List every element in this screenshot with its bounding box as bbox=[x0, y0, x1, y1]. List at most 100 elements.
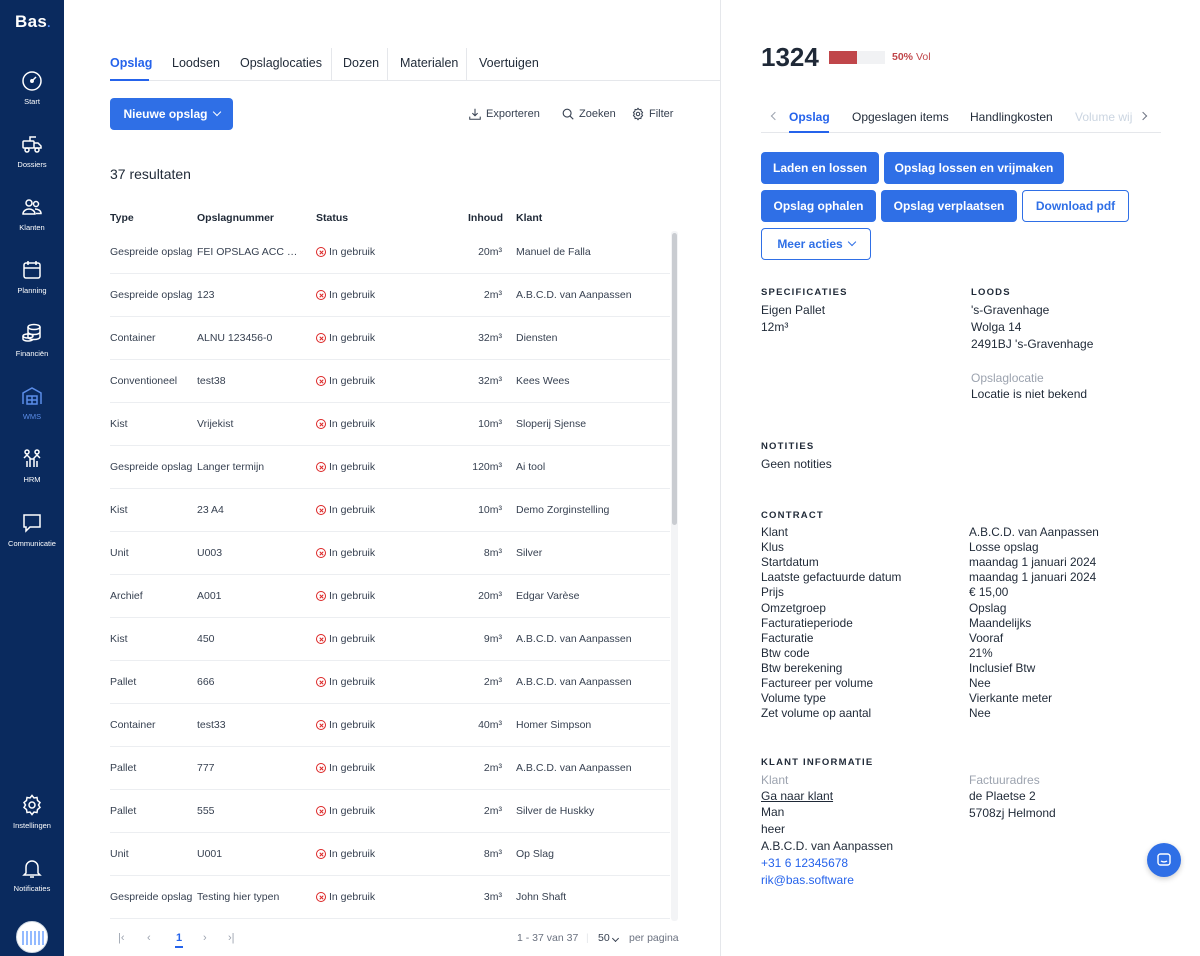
table-row[interactable]: Pallet 777 In gebruik 2m³ A.B.C.D. van Aanpa… bbox=[110, 747, 670, 790]
cell-klant: Demo Zorginstelling bbox=[516, 504, 610, 516]
cell-inhoud: 20m³ bbox=[478, 590, 502, 602]
table-row[interactable]: Conventioneel test38 In gebruik 32m³ Kees We… bbox=[110, 360, 670, 403]
cell-type: Archief bbox=[110, 590, 143, 602]
cell-inhoud: 3m³ bbox=[483, 891, 502, 903]
status-text: In gebruik bbox=[329, 762, 376, 774]
cell-inhoud: 40m³ bbox=[478, 719, 502, 731]
tab-voertuigen[interactable]: Voertuigen bbox=[479, 56, 539, 70]
status-text: In gebruik bbox=[329, 719, 376, 731]
cell-klant: Silver bbox=[516, 547, 543, 559]
tab-opslaglocaties[interactable]: Opslaglocaties bbox=[240, 56, 322, 70]
tab-opslag[interactable]: Opslag bbox=[110, 56, 152, 70]
specificaties-heading: SPECIFICATIES bbox=[761, 287, 848, 298]
column-header-status[interactable]: Status bbox=[316, 212, 348, 224]
detail-tab-handlingkosten[interactable]: Handlingkosten bbox=[970, 110, 1053, 124]
cell-klant: A.B.C.D. van Aanpassen bbox=[516, 676, 632, 688]
table-row[interactable]: Pallet 666 In gebruik 2m³ A.B.C.D. van Aanpa… bbox=[110, 661, 670, 704]
contract-value: maandag 1 januari 2024 bbox=[969, 570, 1097, 585]
table-row[interactable]: Gespreide opslag 123 In gebruik 2m³ A.B.C.D.… bbox=[110, 274, 670, 317]
cell-opslagnummer: test38 bbox=[197, 375, 226, 387]
last-page-button[interactable]: ›| bbox=[228, 932, 235, 944]
table-row[interactable]: Gespreide opslag Langer termijn In gebruik… bbox=[110, 446, 670, 489]
contract-label: Facturatie bbox=[761, 630, 814, 645]
app-root: Bas. Start Dossiers Klanten Planning Fin… bbox=[0, 0, 1200, 956]
detail-tab-opslag[interactable]: Opslag bbox=[789, 110, 830, 124]
per-page-select[interactable]: 50 bbox=[598, 932, 619, 944]
search-button[interactable]: Zoeken bbox=[561, 107, 616, 121]
laden-en-lossen-button[interactable]: Laden en lossen bbox=[761, 152, 879, 184]
table-row[interactable]: Gespreide opslag Testing hier typen In geb… bbox=[110, 876, 670, 919]
scrollbar-thumb[interactable] bbox=[672, 233, 677, 525]
table-row[interactable]: Kist Vrijekist In gebruik 10m³ Sloperij Sjen… bbox=[110, 403, 670, 446]
contract-label: Zet volume op aantal bbox=[761, 706, 872, 721]
meer-acties-button[interactable]: Meer acties bbox=[761, 228, 871, 260]
table-row[interactable]: Unit U001 In gebruik 8m³ Op Slag bbox=[110, 833, 670, 876]
ga-naar-klant-link[interactable]: Ga naar klant bbox=[761, 789, 833, 803]
cell-type: Unit bbox=[110, 848, 129, 860]
opslag-lossen-button[interactable]: Opslag lossen en vrijmaken bbox=[884, 152, 1064, 184]
cell-type: Container bbox=[110, 332, 156, 344]
sidebar-item-klanten[interactable]: Klanten bbox=[0, 195, 64, 232]
sidebar-item-notificaties[interactable]: Notificaties bbox=[0, 856, 64, 893]
first-page-button[interactable]: |‹ bbox=[118, 932, 125, 944]
column-header-inhoud[interactable]: Inhoud bbox=[468, 212, 503, 224]
next-page-button[interactable]: › bbox=[203, 932, 207, 944]
table-row[interactable]: Kist 450 In gebruik 9m³ A.B.C.D. van Aanpass… bbox=[110, 618, 670, 661]
sidebar-item-instellingen[interactable]: Instellingen bbox=[0, 793, 64, 830]
download-pdf-button[interactable]: Download pdf bbox=[1022, 190, 1129, 222]
table-row[interactable]: Container ALNU 123456-0 In gebruik 32m³ Dien… bbox=[110, 317, 670, 360]
klant-email-link[interactable]: rik@bas.software bbox=[761, 873, 854, 887]
prev-page-button[interactable]: ‹ bbox=[147, 932, 151, 944]
column-header-klant[interactable]: Klant bbox=[516, 212, 542, 224]
table-row[interactable]: Pallet 555 In gebruik 2m³ Silver de Huskky bbox=[110, 790, 670, 833]
export-button[interactable]: Exporteren bbox=[468, 107, 540, 121]
sidebar-item-financien[interactable]: Financiën bbox=[0, 321, 64, 358]
cell-opslagnummer: 666 bbox=[197, 676, 215, 688]
tab-materialen[interactable]: Materialen bbox=[400, 56, 458, 70]
notities-heading: NOTITIES bbox=[761, 441, 815, 452]
sidebar-item-planning[interactable]: Planning bbox=[0, 258, 64, 295]
tabs-scroll-left-icon[interactable] bbox=[770, 111, 780, 121]
page-number[interactable]: 1 bbox=[176, 932, 182, 944]
filter-button[interactable]: Filter bbox=[631, 107, 673, 121]
table-row[interactable]: Unit U003 In gebruik 8m³ Silver bbox=[110, 532, 670, 575]
logo[interactable]: Bas. bbox=[15, 12, 51, 32]
cell-type: Gespreide opslag bbox=[110, 461, 192, 473]
cell-inhoud: 8m³ bbox=[483, 547, 502, 559]
detail-tab-opgeslagen-items[interactable]: Opgeslagen items bbox=[852, 110, 949, 124]
klant-phone-link[interactable]: +31 6 12345678 bbox=[761, 856, 848, 870]
tab-loodsen[interactable]: Loodsen bbox=[172, 56, 220, 70]
detail-title: 1324 bbox=[761, 42, 819, 72]
klant-gender: Man bbox=[761, 805, 785, 819]
cell-inhoud: 120m³ bbox=[472, 461, 502, 473]
cell-inhoud: 20m³ bbox=[478, 246, 502, 258]
cell-type: Pallet bbox=[110, 676, 137, 688]
table-row[interactable]: Archief A001 In gebruik 20m³ Edgar Varèse bbox=[110, 575, 670, 618]
avatar[interactable] bbox=[16, 921, 48, 953]
main-tabs: Opslag Loodsen Opslaglocaties Dozen Mate… bbox=[110, 48, 720, 81]
table-row[interactable]: Container test33 In gebruik 40m³ Homer Simps… bbox=[110, 704, 670, 747]
active-tab-indicator bbox=[110, 79, 149, 81]
tabs-scroll-right-icon[interactable] bbox=[1138, 111, 1148, 121]
sidebar-item-communicatie[interactable]: Communicatie bbox=[0, 511, 64, 548]
chat-launcher-button[interactable] bbox=[1147, 843, 1181, 877]
sidebar-item-wms[interactable]: WMS bbox=[0, 384, 64, 421]
sidebar-item-dossiers[interactable]: Dossiers bbox=[0, 132, 64, 169]
cell-klant: John Shaft bbox=[516, 891, 567, 903]
detail-tab-volume[interactable]: Volume wij bbox=[1075, 110, 1133, 124]
tab-dozen[interactable]: Dozen bbox=[343, 56, 379, 70]
column-header-opslagnummer[interactable]: Opslagnummer bbox=[197, 212, 274, 224]
contract-label: Klant bbox=[761, 525, 788, 539]
new-opslag-button[interactable]: Nieuwe opslag bbox=[110, 98, 233, 130]
table-row[interactable]: Kist 23 A4 In gebruik 10m³ Demo Zorginstelli… bbox=[110, 489, 670, 532]
contract-label: Btw code bbox=[761, 645, 810, 660]
column-header-type[interactable]: Type bbox=[110, 212, 134, 224]
cell-klant: Manuel de Falla bbox=[516, 246, 591, 258]
opslag-verplaatsen-button[interactable]: Opslag verplaatsen bbox=[881, 190, 1017, 222]
sidebar-item-start[interactable]: Start bbox=[0, 69, 64, 106]
sidebar-item-hrm[interactable]: HRM bbox=[0, 447, 64, 484]
cell-type: Gespreide opslag bbox=[110, 246, 192, 258]
opslag-ophalen-button[interactable]: Opslag ophalen bbox=[761, 190, 876, 222]
table-row[interactable]: Gespreide opslag FEI OPSLAG ACC 1670 In ge… bbox=[110, 231, 670, 274]
opslaglocatie-value: Locatie is niet bekend bbox=[971, 387, 1088, 401]
